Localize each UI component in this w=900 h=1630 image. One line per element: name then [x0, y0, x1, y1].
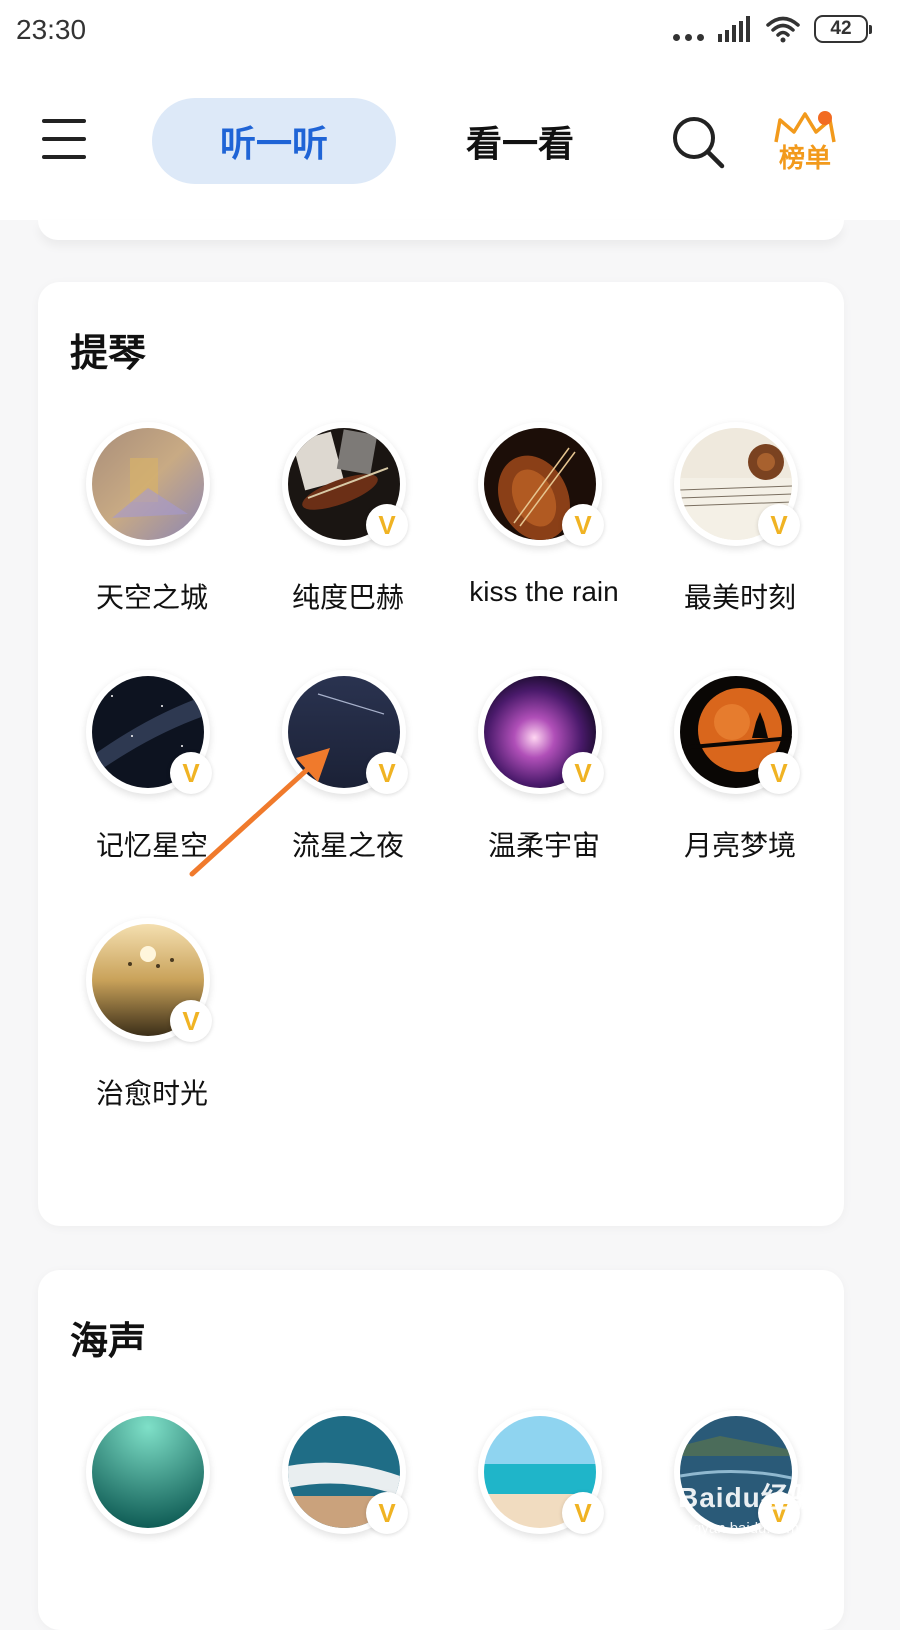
sound-item-label: 纯度巴赫 [291, 581, 404, 614]
rank-label: 榜单 [778, 144, 831, 174]
section-title: 提琴 [70, 331, 147, 375]
section-sea: 海声 V V V [38, 1270, 844, 1630]
sound-item-label: 最美时刻 [683, 581, 796, 614]
status-icons: 42 [673, 14, 872, 44]
vip-badge: V [758, 504, 800, 546]
sound-item-label: 天空之城 [95, 581, 208, 614]
sound-item[interactable]: V kiss the rain [436, 422, 632, 642]
battery-icon: 42 [814, 15, 872, 43]
sound-cover-image [92, 428, 204, 540]
section-title: 海声 [70, 1319, 147, 1363]
signal-icon [718, 16, 750, 42]
vip-badge: V [758, 752, 800, 794]
watermark: Baidu经验 jingyan.baidu.com [678, 1476, 838, 1546]
sound-item[interactable]: V 月亮梦境 [632, 670, 828, 890]
sound-item-label: 流星之夜 [291, 829, 404, 862]
status-bar: 23:30 42 [0, 0, 900, 64]
sound-item-label: 温柔宇宙 [487, 829, 600, 862]
sound-item-label: 月亮梦境 [683, 829, 796, 862]
sound-item[interactable] [44, 1410, 240, 1630]
vip-badge: V [170, 1000, 212, 1042]
sound-item[interactable]: V 治愈时光 [44, 918, 240, 1138]
sound-item-label: 记忆星空 [95, 829, 208, 862]
section-violin: 提琴 天空之城 V 纯度巴赫 V kiss the rain V 最美时刻 V … [38, 282, 844, 1226]
wifi-icon [766, 16, 800, 43]
watermark-url: jingyan.baidu.com [678, 1520, 799, 1537]
vip-badge: V [366, 752, 408, 794]
watermark-brand: Baidu经验 [678, 1482, 819, 1513]
more-dots-icon [673, 18, 704, 41]
sound-item[interactable]: V 流星之夜 [240, 670, 436, 890]
sound-item[interactable]: V 纯度巴赫 [240, 422, 436, 642]
search-icon[interactable] [670, 114, 726, 170]
status-time: 23:30 [16, 14, 87, 45]
sound-item-label: kiss the rain [469, 576, 619, 607]
sound-item[interactable]: V 最美时刻 [632, 422, 828, 642]
sound-item[interactable]: 天空之城 [44, 422, 240, 642]
vip-badge: V [562, 504, 604, 546]
rank-button[interactable]: 榜单 [770, 108, 840, 180]
sound-item[interactable]: V 记忆星空 [44, 670, 240, 890]
sound-item-label: 治愈时光 [95, 1077, 208, 1110]
previous-section-card [38, 220, 844, 240]
sound-item[interactable]: V [240, 1410, 436, 1630]
menu-icon[interactable] [42, 119, 86, 163]
sound-item[interactable]: V [436, 1410, 632, 1630]
vip-badge: V [562, 1492, 604, 1534]
vip-badge: V [562, 752, 604, 794]
vip-badge: V [366, 1492, 408, 1534]
tab-listen[interactable]: 听一听 [152, 98, 396, 184]
sound-item[interactable]: V 温柔宇宙 [436, 670, 632, 890]
vip-badge: V [170, 752, 212, 794]
top-nav: 听一听 看一看 榜单 [0, 64, 900, 220]
vip-badge: V [366, 504, 408, 546]
sound-cover-image [92, 1416, 204, 1528]
tab-watch[interactable]: 看一看 [420, 98, 620, 184]
